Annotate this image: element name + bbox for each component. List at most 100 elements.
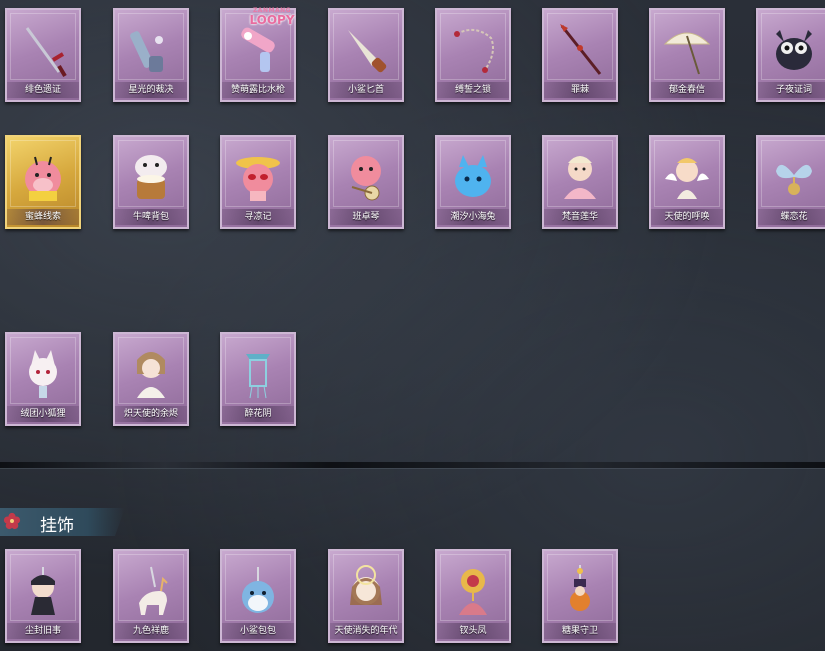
shark-dagger-icon [348,30,387,73]
item-name: 班卓琴 [330,209,402,225]
item-name: 炽天使的余烬 [115,406,187,422]
item-card[interactable]: 尘封旧事 [5,549,81,643]
item-thumbnail [437,557,509,625]
item-thumbnail [115,340,187,408]
item-card[interactable]: 醉花阴 [220,332,296,426]
item-thumbnail [222,557,294,625]
item-thumbnail [115,143,187,211]
item-name: 赞萌露比水枪 [222,82,294,98]
item-thumbnail [7,16,79,84]
item-thumbnail [758,16,825,84]
section-title: 挂饰 [40,516,74,536]
item-thumbnail [544,557,616,625]
item-card[interactable]: 天使的呼唤 [649,135,725,229]
item-name: 潮汐小海兔 [437,209,509,225]
deer-pendant-icon [139,566,168,615]
item-card[interactable]: 炽天使的余烬 [113,332,189,426]
item-thumbnail [330,143,402,211]
item-thumbnail [330,16,402,84]
item-name: 罪棘 [544,82,616,98]
phoenix-hairpin-pendant-icon [459,569,487,615]
banjo-loopy-icon [351,156,381,201]
item-card[interactable]: 小鲨匕首 [328,8,404,102]
item-name: 缚誓之锁 [437,82,509,98]
item-card[interactable]: 罪棘 [542,8,618,102]
item-name: 蜜蜂线索 [7,209,79,225]
item-card[interactable]: 班卓琴 [328,135,404,229]
midnight-owl-icon [776,30,812,70]
section-header-pendants[interactable]: 挂饰 [0,508,125,536]
zanmang-loopy-logo: ZANMANG LOOPY [245,8,299,27]
item-card[interactable]: 糖果守卫 [542,549,618,643]
item-name: 子夜证词 [758,82,825,98]
item-thumbnail [437,16,509,84]
item-thumbnail [7,143,79,211]
item-name: 牛啤背包 [115,209,187,225]
item-name: 天使消失的年代 [330,623,402,639]
angel-girl-pendant-icon [350,565,382,605]
item-card[interactable]: 九色祥鹿 [113,549,189,643]
bee-loopy-icon [25,156,61,201]
item-name: 寻凉记 [222,209,294,225]
item-card[interactable]: 天使消失的年代 [328,549,404,643]
water-gun-icon [241,27,275,72]
item-card[interactable]: 子夜证词 [756,8,825,102]
item-card[interactable]: 星光的裁决 [113,8,189,102]
item-thumbnail [222,340,294,408]
oath-chain-icon [454,28,494,73]
item-card[interactable]: 缚誓之锁 [435,8,511,102]
item-name: 梵音莲华 [544,209,616,225]
plum-blossom-icon [3,512,21,530]
item-thumbnail [437,143,509,211]
dark-boy-pendant-icon [31,567,55,615]
thorn-spear-icon [560,24,602,75]
item-thumbnail [544,143,616,211]
item-thumbnail [651,16,723,84]
item-thumbnail [758,143,825,211]
flower-lantern-icon [246,354,270,399]
crimson-sword-icon [25,27,67,78]
item-card[interactable]: 郁金春信 [649,8,725,102]
item-name: 尘封旧事 [7,623,79,639]
item-name: 天使的呼唤 [651,209,723,225]
item-thumbnail [115,16,187,84]
sunhat-loopy-icon [236,157,280,201]
item-thumbnail [222,143,294,211]
item-card[interactable]: 梵音莲华 [542,135,618,229]
item-card[interactable]: 钗头凤 [435,549,511,643]
cow-backpack-icon [135,155,167,199]
logo-big-text: LOOPY [249,13,295,27]
item-name: 星光的裁决 [115,82,187,98]
item-name: 蝶恋花 [758,209,825,225]
sea-bunny-icon [455,155,491,197]
item-card[interactable]: 蜜蜂线索 [5,135,81,229]
starlight-gun-icon [130,31,163,72]
item-name: 糖果守卫 [544,623,616,639]
shark-bag-pendant-icon [242,567,274,613]
angel-doll-icon [665,158,709,199]
section-divider [0,462,825,468]
item-name: 绯色遗证 [7,82,79,98]
item-card[interactable]: 绒团小狐狸 [5,332,81,426]
item-card[interactable]: 寻凉记 [220,135,296,229]
seraph-doll-icon [137,352,165,398]
item-thumbnail [7,340,79,408]
item-card[interactable]: 潮汐小海兔 [435,135,511,229]
item-card[interactable]: 绯色遗证 [5,8,81,102]
item-thumbnail [115,557,187,625]
parasol-icon [663,32,711,75]
item-thumbnail [330,557,402,625]
butterfly-bell-icon [776,164,812,195]
item-thumbnail [544,16,616,84]
item-name: 钗头凤 [437,623,509,639]
item-name: 九色祥鹿 [115,623,187,639]
item-thumbnail [651,143,723,211]
item-thumbnail [7,557,79,625]
item-card[interactable]: 蝶恋花 [756,135,825,229]
item-card[interactable]: 牛啤背包 [113,135,189,229]
item-name: 醉花阴 [222,406,294,422]
item-card[interactable]: 小鲨包包 [220,549,296,643]
item-name: 小鲨包包 [222,623,294,639]
fluffy-fox-icon [29,350,57,398]
item-name: 绒团小狐狸 [7,406,79,422]
